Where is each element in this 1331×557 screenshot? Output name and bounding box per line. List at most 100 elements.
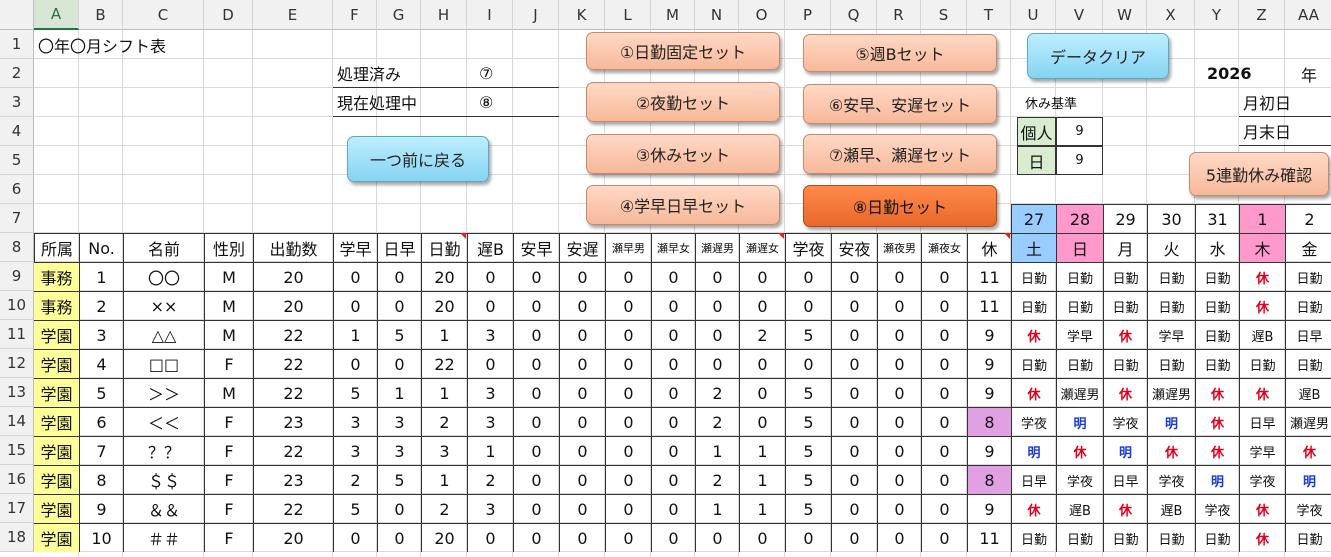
row-header-4[interactable]: 4 [0, 117, 34, 146]
count-cell: 0 [739, 349, 785, 378]
an-early-late-set-button[interactable]: ⑥安早、安遅セット [803, 84, 997, 124]
daytime-set-button[interactable]: ⑧日勤セット [803, 185, 997, 227]
header-9: 安早 [513, 233, 559, 262]
shift-cell: 日勤 [1103, 291, 1147, 320]
column-header-x[interactable]: X [1147, 0, 1195, 30]
dept-cell: 事務 [34, 262, 79, 291]
row-header-2[interactable]: 2 [0, 59, 34, 88]
row-header-14[interactable]: 14 [0, 407, 34, 436]
shift-cell: 日勤 [1103, 349, 1147, 378]
row-header-10[interactable]: 10 [0, 291, 34, 320]
comment-indicator[interactable] [1004, 233, 1010, 239]
column-header-b[interactable]: B [79, 0, 123, 30]
sheet-title: 〇年〇月シフト表 [38, 36, 167, 56]
column-header-n[interactable]: N [695, 0, 739, 30]
column-header-t[interactable]: T [967, 0, 1011, 30]
column-header-l[interactable]: L [605, 0, 651, 30]
spreadsheet[interactable]: A B C D E F G H I J K L M N O P Q R S T U V W X Y Z AA 1 2 3 4 5 6 7 8 9 10 1… [0, 0, 1331, 557]
row-header-3[interactable]: 3 [0, 88, 34, 117]
shift-cell: 瀬遅男 [1147, 378, 1195, 407]
row-header-13[interactable]: 13 [0, 378, 34, 407]
count-cell: 3 [377, 436, 421, 465]
count-cell: 1 [739, 436, 785, 465]
work-count-cell: 22 [253, 494, 333, 523]
weekday-1: 日 [1056, 233, 1103, 262]
column-header-s[interactable]: S [921, 0, 967, 30]
count-cell: 3 [333, 407, 377, 436]
column-header-w[interactable]: W [1103, 0, 1147, 30]
no-cell: 5 [79, 378, 123, 407]
rest-set-button[interactable]: ③休みセット [586, 134, 780, 174]
name-cell: △△ [123, 320, 204, 349]
early-set-button[interactable]: ④学早日早セット [586, 185, 780, 225]
count-cell: 2 [421, 407, 467, 436]
night-set-button[interactable]: ②夜勤セット [586, 82, 780, 122]
date-31: 31 [1195, 204, 1239, 233]
rest-count-cell: 8 [967, 407, 1011, 436]
shift-cell: 日勤 [1195, 320, 1239, 349]
comment-indicator[interactable] [778, 233, 784, 239]
count-cell: 0 [695, 291, 739, 320]
dept-cell: 学園 [34, 320, 79, 349]
column-header-e[interactable]: E [253, 0, 333, 30]
shift-cell: 学夜 [1103, 407, 1147, 436]
column-header-aa[interactable]: AA [1285, 0, 1331, 30]
data-clear-button[interactable]: データクリア [1027, 33, 1169, 79]
column-header-v[interactable]: V [1056, 0, 1103, 30]
column-header-p[interactable]: P [785, 0, 831, 30]
se-early-late-set-button[interactable]: ⑦瀬早、瀬遅セット [803, 134, 997, 174]
count-cell: 0 [605, 494, 651, 523]
count-cell: 0 [513, 349, 559, 378]
week-b-set-button[interactable]: ⑤週Bセット [803, 34, 997, 72]
dept-cell: 学園 [34, 349, 79, 378]
count-cell: 5 [785, 320, 831, 349]
row-header-9[interactable]: 9 [0, 262, 34, 291]
row-header-18[interactable]: 18 [0, 523, 34, 552]
column-header-k[interactable]: K [559, 0, 605, 30]
comment-indicator[interactable] [460, 233, 466, 239]
column-header-q[interactable]: Q [831, 0, 877, 30]
column-header-m[interactable]: M [651, 0, 695, 30]
row-header-15[interactable]: 15 [0, 436, 34, 465]
shift-cell: 日早 [1011, 465, 1056, 494]
daytime-fixed-set-button[interactable]: ①日勤固定セット [586, 32, 780, 70]
header-8: 遅B [467, 233, 513, 262]
column-header-a[interactable]: A [34, 0, 79, 30]
column-header-h[interactable]: H [421, 0, 467, 30]
row-header-12[interactable]: 12 [0, 349, 34, 378]
row-header-5[interactable]: 5 [0, 146, 34, 175]
column-header-r[interactable]: R [877, 0, 921, 30]
back-button[interactable]: 一つ前に戻る [347, 136, 489, 182]
row-header-11[interactable]: 11 [0, 320, 34, 349]
grid-hline [34, 174, 1331, 175]
five-day-rest-check-button[interactable]: 5連勤休み確認 [1189, 152, 1329, 196]
column-header-g[interactable]: G [377, 0, 421, 30]
row-header-8[interactable]: 8 [0, 233, 34, 262]
row-header-6[interactable]: 6 [0, 175, 34, 204]
count-cell: 0 [605, 349, 651, 378]
row-header-17[interactable]: 17 [0, 494, 34, 523]
column-header-d[interactable]: D [204, 0, 253, 30]
header-11: 瀬早男 [605, 233, 651, 262]
count-cell: 0 [739, 523, 785, 552]
shift-cell: 学夜 [1011, 407, 1056, 436]
no-cell: 2 [79, 291, 123, 320]
count-cell: 0 [559, 407, 605, 436]
count-cell: 0 [333, 291, 377, 320]
column-header-f[interactable]: F [333, 0, 377, 30]
count-cell: 0 [513, 262, 559, 291]
count-cell: 3 [377, 407, 421, 436]
column-header-i[interactable]: I [467, 0, 513, 30]
column-header-u[interactable]: U [1011, 0, 1056, 30]
select-all-corner[interactable] [0, 0, 34, 30]
row-header-16[interactable]: 16 [0, 465, 34, 494]
row-header-1[interactable]: 1 [0, 30, 34, 59]
count-cell: 0 [605, 378, 651, 407]
column-header-c[interactable]: C [123, 0, 204, 30]
column-header-j[interactable]: J [513, 0, 559, 30]
column-header-o[interactable]: O [739, 0, 785, 30]
row-header-7[interactable]: 7 [0, 204, 34, 233]
header-5: 学早 [333, 233, 377, 262]
column-header-z[interactable]: Z [1239, 0, 1285, 30]
column-header-y[interactable]: Y [1195, 0, 1239, 30]
